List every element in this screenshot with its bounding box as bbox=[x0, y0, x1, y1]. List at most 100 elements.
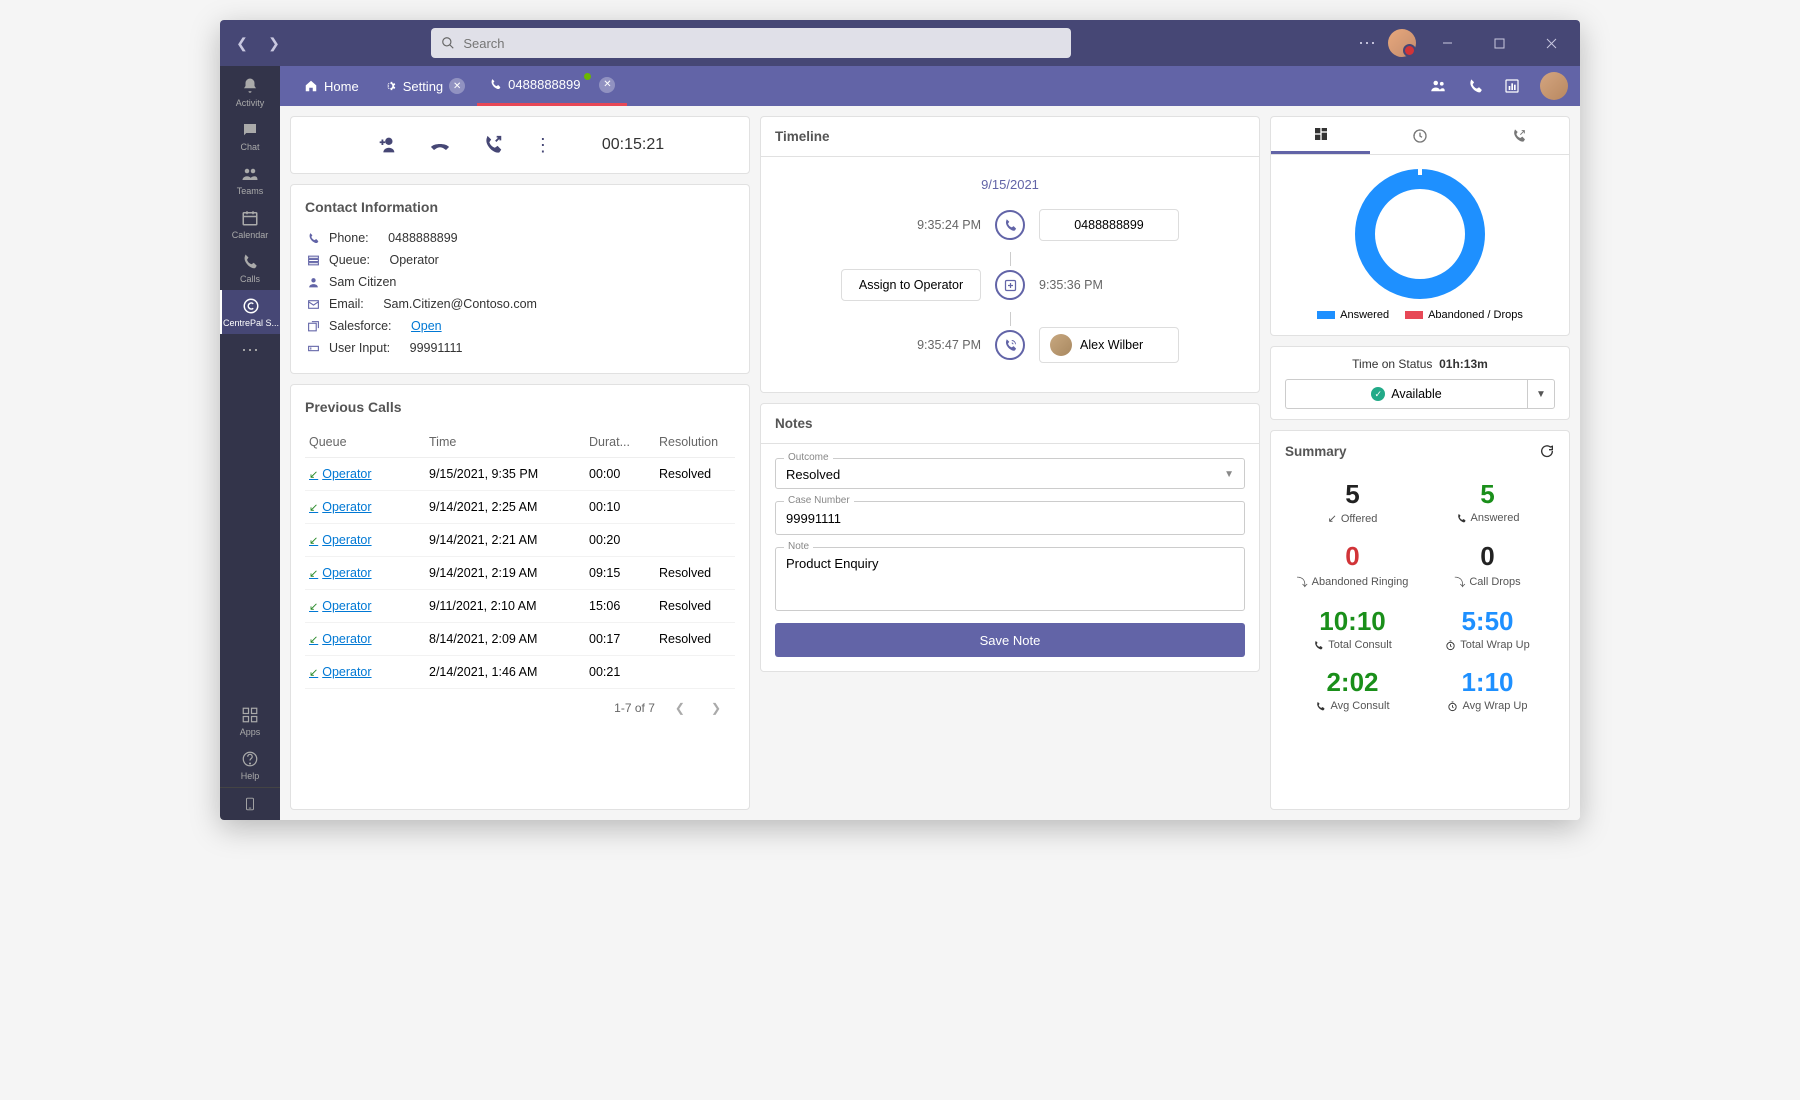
assign-button[interactable]: Assign to Operator bbox=[841, 269, 981, 301]
tab-active-call[interactable]: 0488888899 ✕ bbox=[477, 66, 627, 106]
status-button[interactable]: ✓ Available bbox=[1285, 379, 1527, 409]
stat-label: Total Consult bbox=[1285, 639, 1420, 651]
queue-link[interactable]: ↙Operator bbox=[309, 500, 421, 514]
agent-avatar[interactable] bbox=[1540, 72, 1568, 100]
content-area: Home Setting ✕ 0488888899 ✕ bbox=[280, 66, 1580, 820]
donut-icon bbox=[1355, 169, 1485, 299]
cell-time: 8/14/2021, 2:09 AM bbox=[425, 632, 585, 646]
stat-label: Avg Consult bbox=[1285, 700, 1420, 712]
more-icon[interactable]: ⋮ bbox=[534, 135, 552, 156]
teams-icon bbox=[241, 164, 259, 184]
label: Salesforce: bbox=[329, 319, 392, 333]
sidebar-item-apps[interactable]: Apps bbox=[220, 699, 280, 743]
card-title: Timeline bbox=[761, 117, 1259, 157]
queue-link[interactable]: ↙Operator bbox=[309, 467, 421, 481]
case-input[interactable] bbox=[786, 511, 1234, 526]
stat-label: ⤵ Abandoned Ringing bbox=[1285, 574, 1420, 590]
note-textarea[interactable] bbox=[786, 556, 1234, 586]
stat-icon: ↙ bbox=[1328, 512, 1337, 525]
sidebar-item-centrepal[interactable]: CentrePal S... bbox=[220, 290, 280, 334]
cell-time: 9/14/2021, 2:21 AM bbox=[425, 533, 585, 547]
summary-card: Summary 5↙ Offered5 Answered0⤵ Abandoned… bbox=[1270, 430, 1570, 810]
sidebar-item-activity[interactable]: Activity bbox=[220, 70, 280, 114]
sidebar-item-chat[interactable]: Chat bbox=[220, 114, 280, 158]
close-icon[interactable]: ✕ bbox=[449, 78, 465, 94]
value: Sam Citizen bbox=[329, 275, 396, 289]
bell-icon bbox=[241, 76, 259, 96]
sidebar-item-calls[interactable]: Calls bbox=[220, 246, 280, 290]
sidebar-label: Calls bbox=[240, 274, 260, 284]
timeline-time: 9:35:24 PM bbox=[841, 218, 981, 232]
tab-missed[interactable] bbox=[1470, 117, 1569, 154]
phone-icon[interactable] bbox=[1467, 78, 1484, 95]
sidebar-item-device[interactable] bbox=[220, 787, 280, 820]
tab-dashboard[interactable] bbox=[1271, 117, 1370, 154]
queue-link[interactable]: ↙Operator bbox=[309, 632, 421, 646]
status-dot-icon bbox=[584, 73, 591, 80]
maximize-button[interactable] bbox=[1480, 28, 1520, 58]
user-avatar[interactable] bbox=[1388, 29, 1416, 57]
value: 0488888899 bbox=[388, 231, 458, 245]
table-row: ↙Operator 9/14/2021, 2:21 AM00:20 bbox=[305, 524, 735, 557]
home-icon bbox=[304, 79, 318, 93]
value: Operator bbox=[390, 253, 439, 267]
case-field[interactable]: Case Number bbox=[775, 501, 1245, 535]
timeline-agent: Alex Wilber bbox=[1039, 327, 1179, 363]
minimize-button[interactable] bbox=[1428, 28, 1468, 58]
close-button[interactable] bbox=[1532, 28, 1572, 58]
more-icon[interactable]: ⋯ bbox=[1358, 33, 1376, 54]
tab-home[interactable]: Home bbox=[292, 66, 371, 106]
cell-resolution: Resolved bbox=[655, 467, 735, 481]
active-phone-icon bbox=[995, 330, 1025, 360]
stat-icon bbox=[1445, 640, 1456, 651]
search-box[interactable] bbox=[431, 28, 1071, 58]
close-icon[interactable]: ✕ bbox=[599, 77, 615, 93]
centrepal-icon bbox=[242, 296, 260, 316]
queue-link[interactable]: ↙Operator bbox=[309, 599, 421, 613]
tab-setting[interactable]: Setting ✕ bbox=[371, 66, 477, 106]
value: Sam.Citizen@Contoso.com bbox=[383, 297, 537, 311]
cell-resolution: Resolved bbox=[655, 599, 735, 613]
tab-history[interactable] bbox=[1370, 117, 1469, 154]
table-header: Queue Time Durat... Resolution bbox=[305, 427, 735, 458]
outcome-field[interactable]: Outcome Resolved ▼ bbox=[775, 458, 1245, 489]
add-person-icon[interactable] bbox=[376, 134, 398, 156]
sidebar-item-help[interactable]: Help bbox=[220, 743, 280, 787]
salesforce-link[interactable]: Open bbox=[411, 319, 442, 333]
stat-icon bbox=[1456, 513, 1467, 524]
pager-next-button[interactable]: ❯ bbox=[705, 701, 727, 715]
search-input[interactable] bbox=[463, 36, 1061, 51]
col-time: Time bbox=[425, 435, 585, 449]
stat-value: 1:10 bbox=[1420, 667, 1555, 698]
call-in-icon: ↙ bbox=[309, 633, 318, 646]
note-field[interactable]: Note bbox=[775, 547, 1245, 611]
table-row: ↙Operator8/14/2021, 2:09 AM00:17Resolved bbox=[305, 623, 735, 656]
apps-icon bbox=[241, 705, 259, 725]
sidebar-item-calendar[interactable]: Calendar bbox=[220, 202, 280, 246]
nav-forward-button[interactable]: ❯ bbox=[260, 29, 288, 57]
assign-icon bbox=[995, 270, 1025, 300]
sidebar-more[interactable]: ⋯ bbox=[220, 334, 280, 366]
pager-prev-button[interactable]: ❮ bbox=[669, 701, 691, 715]
search-icon bbox=[441, 36, 455, 50]
refresh-button[interactable] bbox=[1539, 443, 1555, 459]
nav-back-button[interactable]: ❮ bbox=[228, 29, 256, 57]
summary-stat: 1:10 Avg Wrap Up bbox=[1420, 659, 1555, 720]
chart-icon[interactable] bbox=[1504, 78, 1520, 94]
table-row: ↙Operator9/15/2021, 9:35 PM00:00Resolved bbox=[305, 458, 735, 491]
cell-duration: 00:20 bbox=[585, 533, 655, 547]
dashboard-tabs bbox=[1271, 117, 1569, 155]
people-icon[interactable] bbox=[1429, 77, 1447, 95]
stat-label: Total Wrap Up bbox=[1420, 639, 1555, 651]
hangup-icon[interactable] bbox=[428, 133, 452, 157]
queue-link[interactable]: ↙Operator bbox=[309, 533, 421, 547]
queue-link[interactable]: ↙Operator bbox=[309, 566, 421, 580]
queue-link[interactable]: ↙Operator bbox=[309, 665, 421, 679]
save-note-button[interactable]: Save Note bbox=[775, 623, 1245, 657]
transfer-icon[interactable] bbox=[482, 134, 504, 156]
status-dropdown-button[interactable]: ▼ bbox=[1527, 379, 1555, 409]
card-title: Summary bbox=[1285, 444, 1347, 459]
sidebar-item-teams[interactable]: Teams bbox=[220, 158, 280, 202]
more-icon: ⋯ bbox=[241, 340, 259, 360]
sidebar-label: Help bbox=[241, 771, 260, 781]
